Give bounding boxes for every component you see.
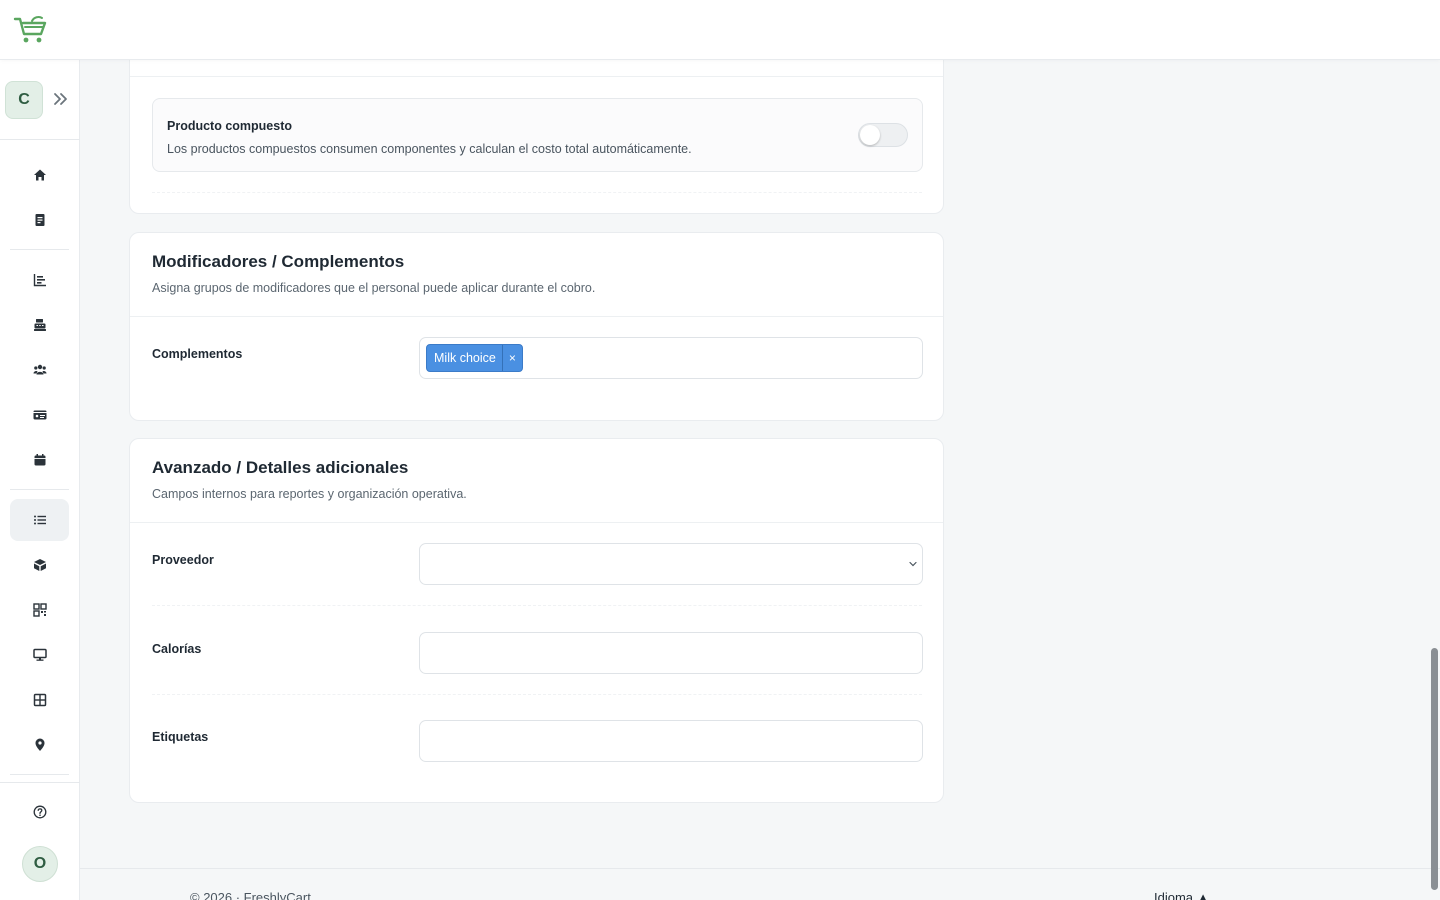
qr-code-icon — [32, 603, 47, 617]
receipt-icon — [35, 214, 44, 226]
sidebar-divider — [0, 139, 80, 140]
sidebar-divider — [10, 774, 69, 775]
supplier-label: Proveedor — [152, 553, 214, 567]
composite-product-box: Producto compuesto Los productos compues… — [152, 98, 923, 172]
page-scrollbar-thumb[interactable] — [1431, 648, 1438, 890]
sidebar-item-calendar[interactable] — [10, 439, 69, 481]
help-icon — [33, 805, 46, 819]
sidebar-item-help[interactable] — [10, 791, 69, 833]
complements-multiselect[interactable]: Milk choice × — [419, 337, 923, 379]
sidebar-item-home[interactable] — [10, 154, 69, 196]
footer-divider — [80, 868, 1440, 869]
sidebar-item-products[interactable] — [10, 499, 69, 541]
sidebar-item-tables[interactable] — [10, 679, 69, 721]
card-divider — [130, 76, 943, 77]
tags-input[interactable] — [419, 720, 923, 762]
shopping-cart-logo-icon[interactable] — [12, 14, 48, 46]
top-bar — [0, 0, 1440, 60]
sidebar: C O — [0, 60, 80, 900]
composite-product-title: Producto compuesto — [167, 119, 293, 133]
chevron-down-icon — [909, 561, 917, 567]
map-pin-icon — [35, 738, 44, 751]
sidebar-item-customers[interactable] — [10, 349, 69, 391]
sidebar-item-qr[interactable] — [10, 589, 69, 631]
sidebar-item-reports[interactable] — [10, 259, 69, 301]
sidebar-item-orders[interactable] — [10, 199, 69, 241]
calendar-icon — [34, 454, 45, 466]
chevrons-right-icon[interactable] — [52, 90, 70, 108]
modifier-chip: Milk choice × — [426, 344, 523, 372]
sidebar-item-staff[interactable] — [10, 394, 69, 436]
chip-remove-icon[interactable]: × — [501, 345, 522, 371]
composite-product-toggle[interactable] — [858, 123, 908, 147]
footer-copyright: © 2026 · FreshlyCart — [190, 890, 311, 900]
bar-chart-icon — [33, 274, 46, 287]
modifiers-title: Modificadores / Complementos — [152, 252, 405, 271]
sidebar-divider — [10, 249, 69, 250]
modifier-chip-label: Milk choice — [434, 351, 496, 365]
calories-input[interactable] — [419, 632, 923, 674]
home-icon — [33, 169, 46, 181]
row-separator — [152, 694, 922, 695]
users-icon — [33, 364, 46, 375]
advanced-details-card: Avanzado / Detalles adicionales Campos i… — [129, 438, 944, 803]
sidebar-divider — [10, 489, 69, 490]
id-card-icon — [33, 410, 46, 420]
calories-label: Calorías — [152, 642, 202, 656]
card-divider — [130, 316, 943, 317]
list-icon — [33, 515, 46, 525]
row-separator — [152, 605, 922, 606]
workspace-badge[interactable]: C — [5, 81, 43, 119]
tags-label: Etiquetas — [152, 730, 209, 744]
complements-label: Complementos — [152, 347, 243, 361]
sidebar-divider — [0, 782, 80, 783]
monitor-icon — [32, 648, 47, 661]
table-grid-icon — [33, 693, 46, 707]
language-selector[interactable]: Idioma ▲ — [1154, 890, 1210, 900]
cash-register-icon — [33, 319, 46, 331]
user-avatar[interactable]: O — [22, 846, 58, 882]
advanced-title: Avanzado / Detalles adicionales — [152, 458, 409, 477]
composite-product-description: Los productos compuestos consumen compon… — [167, 142, 692, 156]
supplier-select[interactable] — [419, 543, 923, 585]
row-separator — [152, 192, 922, 193]
sidebar-item-inventory[interactable] — [10, 544, 69, 586]
sidebar-item-display[interactable] — [10, 634, 69, 676]
box-icon — [33, 559, 46, 571]
sidebar-item-pos[interactable] — [10, 304, 69, 346]
toggle-knob — [860, 125, 880, 145]
modifiers-subtitle: Asigna grupos de modificadores que el pe… — [152, 281, 596, 295]
modifiers-card: Modificadores / Complementos Asigna grup… — [129, 232, 944, 421]
card-divider — [130, 522, 943, 523]
advanced-subtitle: Campos internos para reportes y organiza… — [152, 487, 467, 501]
sidebar-item-locations[interactable] — [10, 724, 69, 766]
